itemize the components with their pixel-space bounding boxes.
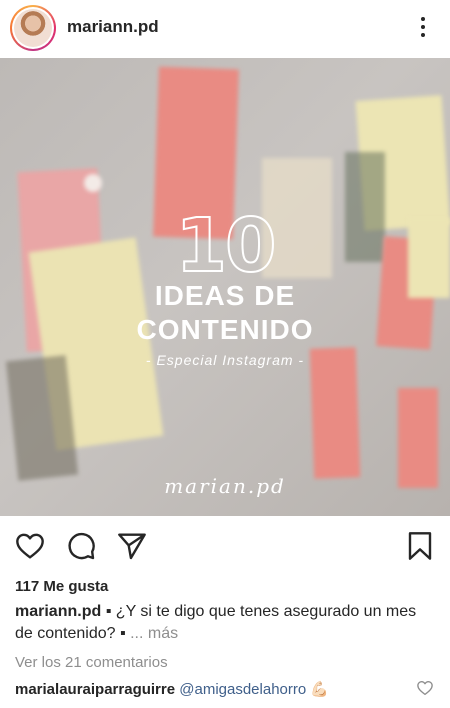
caption-username[interactable]: mariann.pd <box>15 603 101 620</box>
avatar[interactable] <box>10 5 56 51</box>
comment-username[interactable]: marialauraiparraguirre <box>15 681 175 698</box>
caption-more-link[interactable]: ... más <box>130 625 178 642</box>
like-count[interactable]: 117 Me gusta <box>15 578 108 595</box>
send-icon[interactable] <box>116 530 148 562</box>
more-options-icon[interactable] <box>410 12 436 42</box>
comment-mention[interactable]: @amigasdelahorro <box>179 681 306 698</box>
comment-like-heart-icon[interactable] <box>416 679 434 697</box>
avatar-frame <box>12 7 54 49</box>
username[interactable]: mariann.pd <box>67 17 159 37</box>
signature-watermark: marian.pd <box>164 474 286 498</box>
dot <box>421 17 425 21</box>
comment-row: marialauraiparraguirre @amigasdelahorro … <box>15 680 415 698</box>
caption: mariann.pd ▪ ¿Y si te digo que tenes ase… <box>15 601 435 645</box>
avatar-image <box>14 9 52 47</box>
bookmark-icon[interactable] <box>404 530 436 562</box>
headline-subtitle: - Especial Instagram - <box>145 352 305 368</box>
sticky-note <box>398 388 438 488</box>
dot <box>421 25 425 29</box>
dot <box>421 33 425 37</box>
headline-line2: CONTENIDO <box>136 314 314 345</box>
headline-number: 10 <box>175 202 278 290</box>
sticky-note <box>5 355 79 481</box>
post-image[interactable]: 10 IDEAS DE CONTENIDO - Especial Instagr… <box>0 58 450 516</box>
flexed-biceps-emoji: 💪🏻 <box>310 681 330 698</box>
headline-line1: IDEAS DE <box>154 280 296 311</box>
action-bar <box>0 516 450 574</box>
view-comments-link[interactable]: Ver los 21 comentarios <box>15 654 168 671</box>
post-header: mariann.pd <box>0 0 450 58</box>
push-pin <box>84 174 102 192</box>
heart-icon[interactable] <box>14 530 46 562</box>
comment-icon[interactable] <box>65 530 97 562</box>
